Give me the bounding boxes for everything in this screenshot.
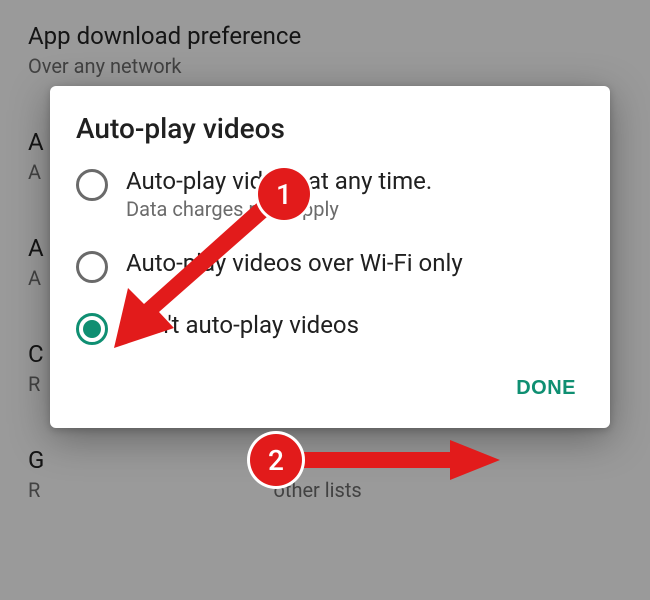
screenshot-stage: App download preference Over any network…	[0, 0, 650, 600]
annotation-arrow-1	[114, 192, 284, 348]
radio-icon	[76, 313, 108, 345]
annotation-badge-2: 2	[250, 434, 302, 486]
annotation-arrow-2	[300, 440, 500, 480]
radio-icon	[76, 251, 108, 283]
radio-icon	[76, 169, 108, 201]
dialog-title: Auto-play videos	[76, 112, 584, 145]
annotation-badge-1: 1	[258, 168, 310, 220]
option-label: Auto-play videos at any time.	[126, 167, 584, 195]
annotation-number: 2	[268, 444, 284, 477]
dialog-actions: DONE	[76, 363, 584, 414]
done-button[interactable]: DONE	[508, 363, 584, 414]
annotation-number: 1	[276, 178, 292, 211]
